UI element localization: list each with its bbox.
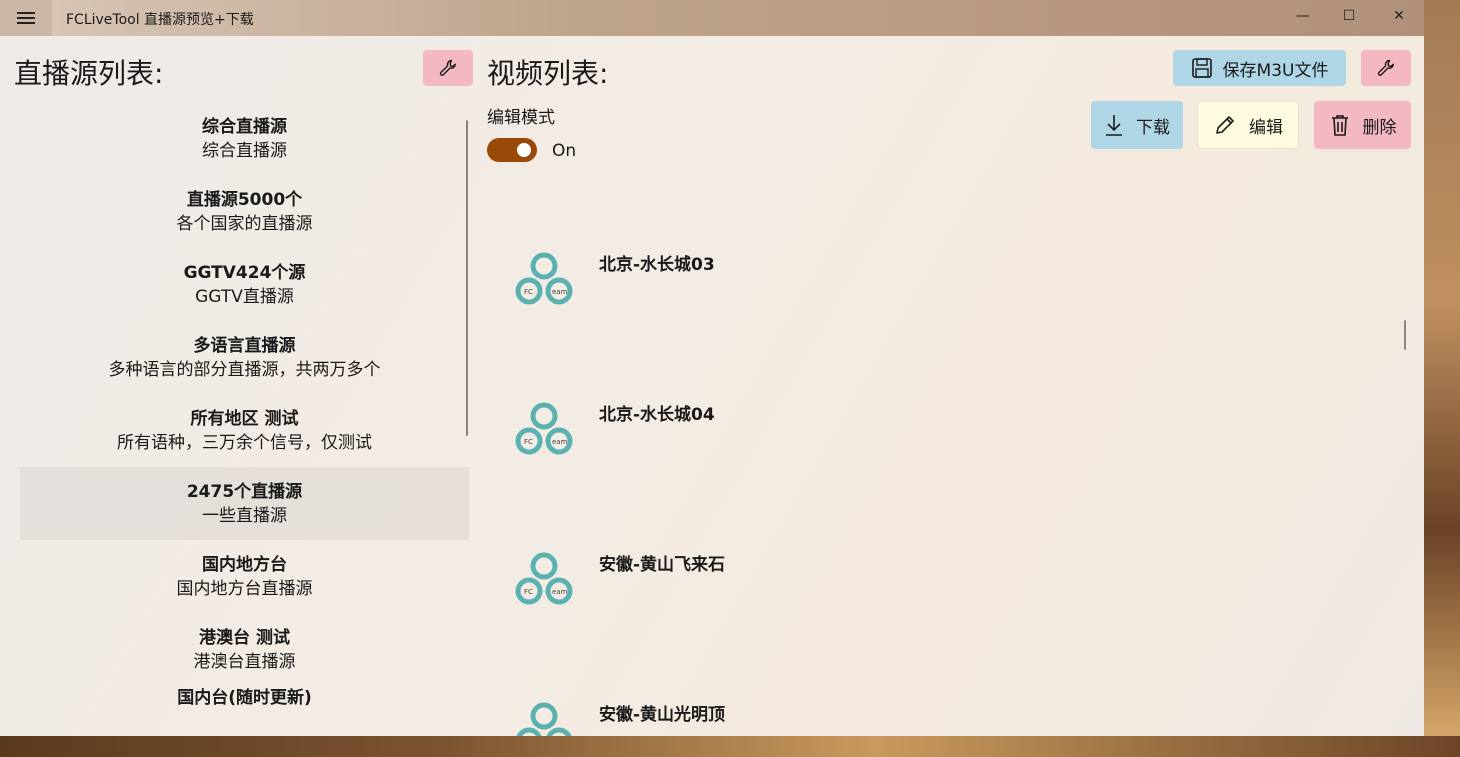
edit-label: 编辑: [1249, 117, 1283, 138]
fcteam-logo-icon: FC eam: [515, 252, 573, 305]
download-button[interactable]: 下载: [1091, 101, 1183, 149]
svg-text:FC: FC: [524, 588, 533, 596]
source-name: GGTV424个源: [183, 262, 306, 283]
source-item-selected[interactable]: 2475个直播源 一些直播源: [20, 467, 469, 540]
source-desc: 各个国家的直播源: [176, 213, 313, 234]
video-settings-button[interactable]: [1361, 50, 1411, 86]
source-list: 综合直播源 综合直播源 直播源5000个 各个国家的直播源 GGTV424个源 …: [20, 102, 469, 736]
minimize-button[interactable]: —: [1280, 0, 1326, 32]
edit-mode-label: 编辑模式: [487, 108, 555, 128]
source-name: 国内地方台: [202, 554, 287, 575]
source-desc: 综合直播源: [202, 140, 287, 161]
video-item[interactable]: 安徽-黄山光明顶: [500, 696, 1380, 736]
source-name: 综合直播源: [202, 116, 287, 137]
svg-text:FC: FC: [524, 288, 533, 296]
download-label: 下载: [1136, 117, 1170, 138]
video-list-title: 视频列表:: [487, 57, 609, 90]
delete-button[interactable]: 删除: [1314, 101, 1411, 149]
video-name: 安徽-黄山飞来石: [599, 555, 726, 575]
source-desc: 一些直播源: [202, 505, 287, 526]
source-item[interactable]: 国内地方台 国内地方台直播源: [20, 540, 469, 613]
source-name: 港澳台 测试: [199, 627, 290, 648]
source-desc: 港澳台直播源: [193, 651, 296, 672]
edit-mode-state: On: [552, 141, 577, 161]
hamburger-icon: [17, 11, 35, 25]
close-button[interactable]: ✕: [1376, 0, 1422, 32]
svg-text:eam: eam: [552, 588, 568, 596]
title-bar: FCLiveTool 直播源预览+下载 — ☐ ✕: [0, 0, 1424, 36]
source-list-scrollbar[interactable]: [466, 120, 468, 436]
video-list-scrollbar[interactable]: [1404, 320, 1406, 350]
video-name: 北京-水长城04: [599, 405, 715, 425]
pencil-icon: [1216, 116, 1234, 134]
source-list-title: 直播源列表:: [14, 57, 164, 90]
desktop-taskbar-area: [0, 736, 1460, 757]
source-name: 2475个直播源: [186, 481, 303, 502]
fcteam-logo-icon: FC eam: [515, 552, 573, 605]
source-name: 多语言直播源: [193, 335, 296, 356]
app-window: FCLiveTool 直播源预览+下载 — ☐ ✕ 直播源列表: 综合直播源 综…: [0, 0, 1424, 736]
edit-mode-toggle[interactable]: [487, 138, 537, 162]
source-item[interactable]: 国内台(随时更新): [20, 686, 469, 736]
svg-text:eam: eam: [552, 438, 568, 446]
source-item[interactable]: 综合直播源 综合直播源: [20, 102, 469, 175]
maximize-button[interactable]: ☐: [1326, 0, 1372, 32]
save-icon: [1191, 58, 1212, 78]
video-name: 安徽-黄山光明顶: [599, 705, 726, 725]
wrench-icon: [439, 59, 456, 76]
svg-text:eam: eam: [552, 288, 568, 296]
window-title: FCLiveTool 直播源预览+下载: [66, 12, 254, 28]
source-desc: 多种语言的部分直播源，共两万多个: [108, 359, 381, 380]
source-desc: GGTV直播源: [195, 286, 294, 307]
menu-button[interactable]: [0, 0, 52, 36]
save-m3u-label: 保存M3U文件: [1222, 60, 1329, 81]
video-name: 北京-水长城03: [599, 255, 715, 275]
source-name: 国内台(随时更新): [177, 688, 312, 708]
wrench-icon: [1377, 59, 1394, 76]
svg-text:FC: FC: [524, 438, 533, 446]
delete-label: 删除: [1362, 117, 1397, 138]
source-item[interactable]: 直播源5000个 各个国家的直播源: [20, 175, 469, 248]
video-item[interactable]: FC eam 安徽-黄山飞来石: [500, 546, 1380, 626]
source-desc: 所有语种，三万余个信号，仅测试: [117, 432, 372, 453]
toggle-knob: [517, 143, 531, 157]
fcteam-logo-icon: [516, 702, 572, 736]
video-item[interactable]: FC eam 北京-水长城04: [500, 396, 1380, 476]
download-icon: [1106, 115, 1122, 136]
video-item[interactable]: FC eam 北京-水长城03: [500, 246, 1380, 326]
edit-button[interactable]: 编辑: [1197, 101, 1299, 149]
fcteam-logo-icon: FC eam: [515, 402, 573, 455]
source-item[interactable]: 港澳台 测试 港澳台直播源: [20, 613, 469, 686]
desktop-background: [1424, 0, 1460, 757]
save-m3u-button[interactable]: 保存M3U文件: [1173, 50, 1346, 86]
source-item[interactable]: GGTV424个源 GGTV直播源: [20, 248, 469, 321]
trash-icon: [1331, 115, 1348, 136]
source-settings-button[interactable]: [423, 50, 473, 86]
source-desc: 国内地方台直播源: [176, 578, 313, 599]
source-name: 所有地区 测试: [190, 408, 299, 429]
source-item[interactable]: 多语言直播源 多种语言的部分直播源，共两万多个: [20, 321, 469, 394]
source-name: 直播源5000个: [186, 189, 303, 210]
source-item[interactable]: 所有地区 测试 所有语种，三万余个信号，仅测试: [20, 394, 469, 467]
